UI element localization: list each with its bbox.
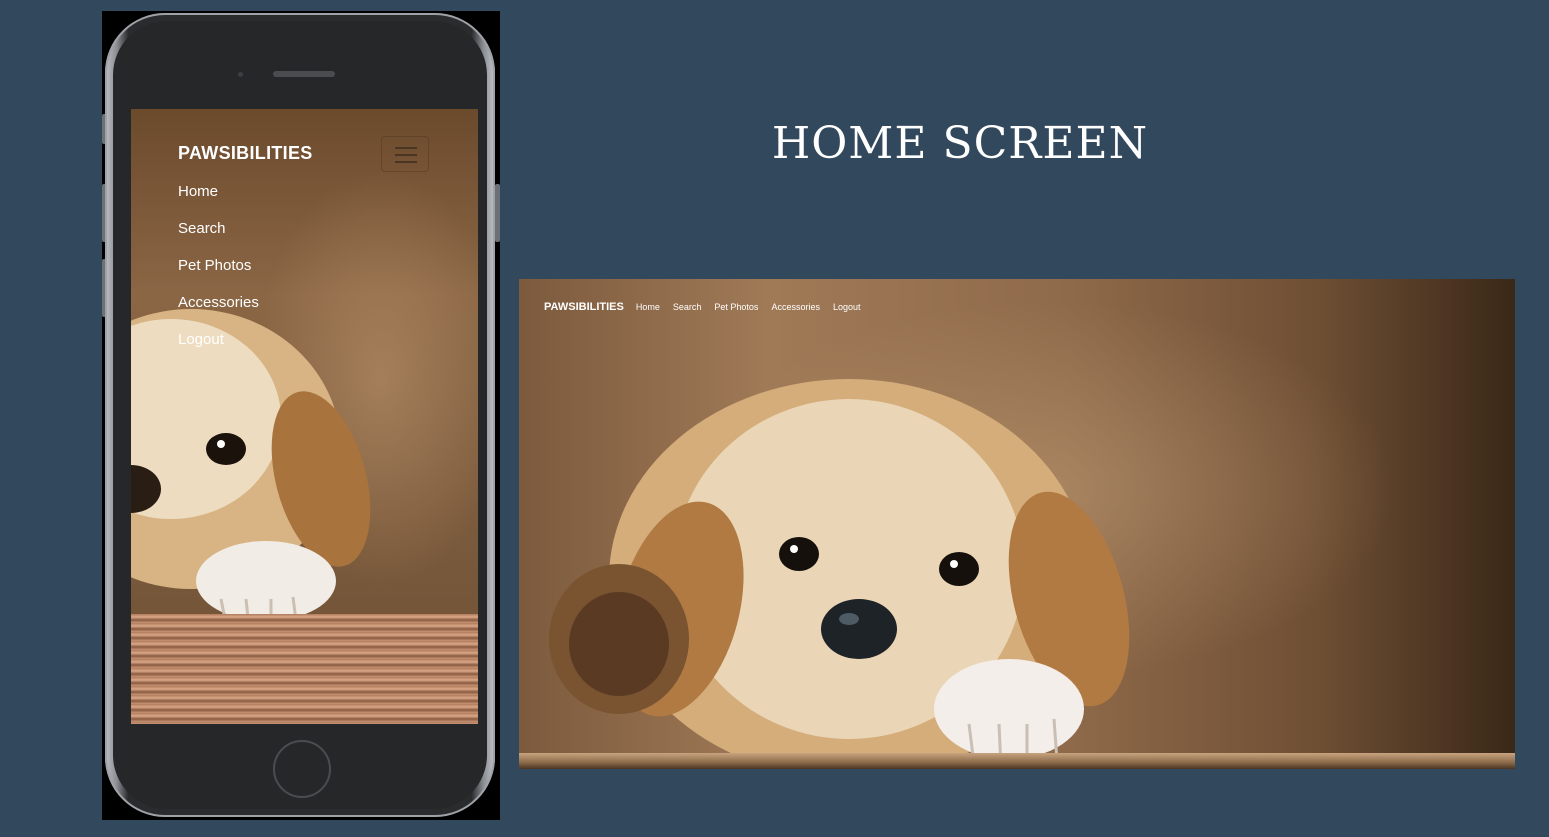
phone-power-button — [495, 184, 500, 242]
page-title: HOME SCREEN — [771, 118, 1149, 169]
desktop-nav-pet-photos[interactable]: Pet Photos — [714, 302, 758, 312]
mobile-nav-search[interactable]: Search — [178, 216, 259, 253]
front-camera — [238, 72, 243, 77]
desktop-nav-accessories[interactable]: Accessories — [771, 302, 820, 312]
mobile-nav-logout[interactable]: Logout — [178, 327, 259, 364]
desktop-nav-home[interactable]: Home — [636, 302, 660, 312]
desktop-preview: PAWSIBILITIES Home Search Pet Photos Acc… — [519, 279, 1515, 769]
mobile-brand-logo[interactable]: PAWSIBILITIES — [178, 143, 313, 164]
home-button[interactable] — [273, 740, 331, 798]
basket-edge — [131, 614, 478, 724]
ledge — [519, 753, 1515, 769]
phone-screen: PAWSIBILITIES Home Search Pet Photos Acc… — [131, 109, 478, 724]
hamburger-menu-button[interactable] — [381, 136, 429, 172]
hamburger-icon — [395, 147, 417, 149]
desktop-brand-logo[interactable]: PAWSIBILITIES — [544, 301, 624, 313]
hamburger-icon-line — [395, 154, 417, 156]
phone-mockup: PAWSIBILITIES Home Search Pet Photos Acc… — [102, 11, 500, 820]
mobile-nav-menu: Home Search Pet Photos Accessories Logou… — [178, 179, 259, 364]
desktop-nav-search[interactable]: Search — [673, 302, 702, 312]
hamburger-icon-line — [395, 161, 417, 163]
puppy-photo-large — [549, 379, 1130, 769]
mobile-nav-home[interactable]: Home — [178, 179, 259, 216]
desktop-navbar: PAWSIBILITIES Home Search Pet Photos Acc… — [544, 301, 873, 313]
mobile-nav-pet-photos[interactable]: Pet Photos — [178, 253, 259, 290]
mobile-nav-accessories[interactable]: Accessories — [178, 290, 259, 327]
phone-speaker — [273, 71, 335, 77]
desktop-nav-logout[interactable]: Logout — [833, 302, 861, 312]
phone-body: PAWSIBILITIES Home Search Pet Photos Acc… — [105, 13, 495, 817]
